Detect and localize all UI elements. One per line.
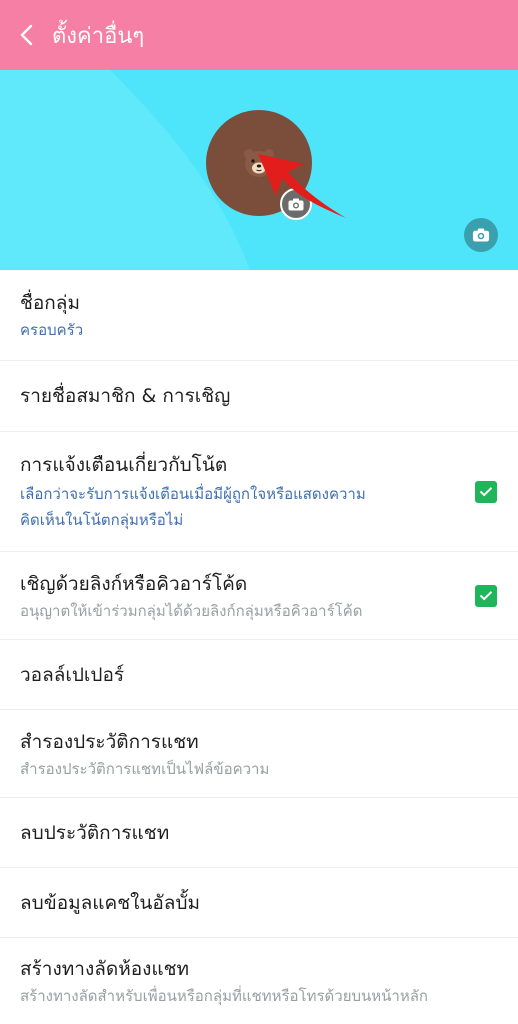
chat-shortcut-row[interactable]: สร้างทางลัดห้องแชท สร้างทางลัดสำหรับเพื่… — [0, 938, 518, 1024]
members-invite-row[interactable]: รายชื่อสมาชิก & การเชิญ — [0, 361, 518, 432]
note-notifications-checkbox[interactable] — [475, 480, 497, 503]
back-button[interactable] — [4, 0, 50, 70]
delete-history-row[interactable]: ลบประวัติการแชท — [0, 798, 518, 868]
check-icon — [479, 487, 493, 497]
note-notifications-desc-1: เลือกว่าจะรับการแจ้งเตือนเมื่อมีผู้ถูกใจ… — [20, 484, 366, 503]
chevron-left-icon — [20, 24, 33, 46]
invite-link-row[interactable]: เชิญด้วยลิงก์หรือคิวอาร์โค้ด อนุญาตให้เข… — [0, 552, 518, 640]
note-notifications-label: การแจ้งเตือนเกี่ยวกับโน้ต — [20, 453, 228, 476]
clear-album-cache-label: ลบข้อมูลแคชในอัลบั้ม — [20, 891, 201, 914]
group-name-label: ชื่อกลุ่ม — [20, 292, 80, 314]
page-title: ตั้งค่าอื่นๆ — [52, 23, 145, 49]
cover-camera-button[interactable] — [464, 218, 498, 252]
camera-icon — [472, 228, 490, 242]
backup-history-desc: สำรองประวัติการแชทเป็นไฟล์ข้อความ — [20, 759, 270, 778]
group-name-value: ครอบครัว — [20, 321, 84, 339]
wallpaper-row[interactable]: วอลล์เปเปอร์ — [0, 640, 518, 710]
note-notifications-row[interactable]: การแจ้งเตือนเกี่ยวกับโน้ต เลือกว่าจะรับก… — [0, 432, 518, 552]
backup-history-row[interactable]: สำรองประวัติการแชท สำรองประวัติการแชทเป็… — [0, 710, 518, 798]
backup-history-label: สำรองประวัติการแชท — [20, 730, 199, 753]
settings-list: ชื่อกลุ่ม ครอบครัว รายชื่อสมาชิก & การเช… — [0, 270, 518, 1024]
members-invite-label: รายชื่อสมาชิก & การเชิญ — [20, 385, 231, 407]
invite-link-label: เชิญด้วยลิงก์หรือคิวอาร์โค้ด — [20, 572, 248, 595]
chat-shortcut-desc: สร้างทางลัดสำหรับเพื่อนหรือกลุ่มที่แชทหร… — [20, 987, 428, 1005]
invite-link-desc: อนุญาตให้เข้าร่วมกลุ่มได้ด้วยลิงก์กลุ่มห… — [20, 601, 363, 620]
annotation-arrow-icon — [258, 154, 346, 218]
wallpaper-label: วอลล์เปเปอร์ — [20, 663, 125, 686]
top-app-bar: ตั้งค่าอื่นๆ — [0, 0, 518, 70]
note-notifications-desc-2: คิดเห็นในโน้ตกลุ่มหรือไม่ — [20, 510, 184, 529]
check-icon — [479, 591, 493, 601]
delete-history-label: ลบประวัติการแชท — [20, 821, 170, 844]
invite-link-checkbox[interactable] — [475, 584, 497, 607]
clear-album-cache-row[interactable]: ลบข้อมูลแคชในอัลบั้ม — [0, 868, 518, 938]
chat-shortcut-label: สร้างทางลัดห้องแชท — [20, 958, 190, 980]
group-name-row[interactable]: ชื่อกลุ่ม ครอบครัว — [0, 270, 518, 361]
